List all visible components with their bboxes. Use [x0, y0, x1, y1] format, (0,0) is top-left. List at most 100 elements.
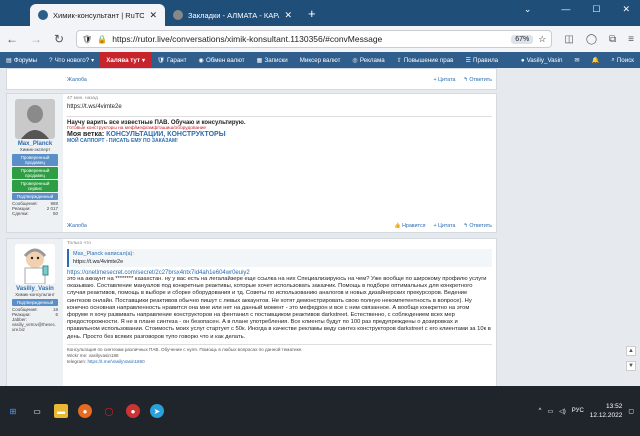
menu-mixer[interactable]: Миксер валют — [294, 52, 347, 68]
opera-icon[interactable]: ◯ — [102, 404, 116, 418]
menu-ads[interactable]: ◎ Реклама — [346, 52, 390, 68]
conversation-content: Жалоба + Цитата ↰ Ответить Max_Planck Хи… — [0, 68, 640, 386]
volume-icon[interactable]: ◁) — [559, 408, 566, 415]
avatar[interactable] — [15, 99, 55, 139]
post-time[interactable]: Только что — [67, 241, 492, 246]
quote-text: https://t.ws/4vimte2e — [73, 259, 124, 265]
alerts-icon[interactable]: 🔔 — [586, 52, 606, 68]
shield-icon[interactable]: 🛡 — [82, 35, 92, 44]
windows-start-icon[interactable]: ⊞ — [6, 404, 20, 418]
jabber-value: vasiliy_vetrov@theseс.ure.biz — [12, 322, 57, 332]
notifications-icon[interactable]: ▢ — [628, 408, 634, 415]
stat-value: 6 — [55, 312, 58, 317]
menu-label: Реклама — [359, 56, 385, 64]
inbox-icon[interactable]: ✉ — [568, 52, 585, 68]
network-icon[interactable]: ▭ — [547, 408, 553, 415]
quote-button[interactable]: + Цитата — [433, 223, 455, 229]
language-indicator[interactable]: РУС — [572, 408, 584, 414]
pocket-icon[interactable]: ◫ — [564, 34, 573, 45]
close-tab-icon[interactable]: ✕ — [284, 10, 292, 21]
menu-label: Записки — [264, 56, 288, 64]
back-icon[interactable]: ← — [6, 32, 18, 46]
report-link[interactable]: Жалоба — [67, 77, 87, 83]
user-menu[interactable]: ● Vasiliy_Vasin — [515, 52, 569, 68]
like-button[interactable]: 👍 Нравится — [394, 223, 425, 229]
username-label: Vasiliy_Vasin — [526, 56, 563, 64]
url-text[interactable]: https://rutor.live/conversations/ximik-k… — [112, 34, 506, 44]
reply-button[interactable]: ↰ Ответить — [463, 223, 492, 229]
site-menu-bar: ▤ Форумы ? Что нового? ▾ Халява тут ▾ 🛡 … — [0, 52, 640, 68]
message-post: Vasiliy_Vasin Химик-консультант Подтверж… — [6, 238, 497, 386]
firefox-icon[interactable]: ● — [78, 404, 92, 418]
menu-icon[interactable]: ≡ — [628, 34, 634, 45]
menu-whats-new[interactable]: ? Что нового? ▾ — [43, 52, 100, 68]
menu-label: Халява тут — [106, 56, 140, 64]
menu-forums[interactable]: ▤ Форумы — [0, 52, 43, 68]
user-card: Max_Planck Химик-эксперт Проверенный про… — [7, 94, 63, 232]
user-banner: Проверенный продавец — [12, 154, 58, 166]
menu-upgrade[interactable]: ⇧ Повышение прав — [391, 52, 460, 68]
telegram-link[interactable]: https://t.me/VasilyVasin1860 — [87, 359, 144, 364]
message-body: 47 мин. назад https://t.ws/4vimte2e Науч… — [67, 96, 492, 230]
user-card: Vasiliy_Vasin Химик-консультант Подтверж… — [7, 239, 63, 386]
avatar[interactable] — [15, 244, 55, 284]
task-view-icon[interactable]: ▭ — [30, 404, 44, 418]
taskbar: ⊞ ▭ ▬ ● ◯ ● ➤ ^ ▭ ◁) РУС 13:52 12.12.202… — [0, 386, 640, 436]
menu-freebies[interactable]: Халява тут ▾ — [100, 52, 152, 68]
stat-label: Сделки: — [12, 211, 29, 216]
post-time[interactable]: 47 мин. назад — [67, 96, 492, 101]
close-tab-icon[interactable]: ✕ — [149, 10, 157, 21]
clock[interactable]: 13:52 12.12.2022 — [590, 402, 623, 420]
signature-link[interactable]: КОНСУЛЬТАЦИИ, КОНСТРУКТОРЫ — [106, 131, 225, 138]
menu-label: Повышение прав — [403, 56, 454, 64]
zoom-level[interactable]: 67% — [511, 34, 534, 44]
scroll-up-button[interactable]: ▲ — [626, 346, 636, 356]
bookmark-star-icon[interactable]: ☆ — [538, 34, 546, 45]
menu-guarantor[interactable]: 🛡 Гарант — [151, 52, 192, 68]
menu-label: Форумы — [13, 56, 38, 64]
menu-exchange[interactable]: ◉ Обмен валют — [193, 52, 251, 68]
user-banner: Подтвержденный — [12, 299, 58, 306]
extensions-icon[interactable]: ⧉ — [609, 34, 616, 45]
previous-post-footer: Жалоба + Цитата ↰ Ответить — [6, 68, 497, 90]
file-explorer-icon[interactable]: ▬ — [54, 404, 68, 418]
stat-value: 50 — [52, 211, 58, 216]
maximize-icon[interactable]: ☐ — [592, 4, 600, 15]
quote-author[interactable]: Max_Planck написал(а): — [73, 251, 488, 257]
firefox-dev-icon[interactable]: ● — [126, 404, 140, 418]
minimize-icon[interactable]: — — [561, 4, 570, 15]
like-label: Нравится — [402, 223, 426, 229]
tab-active[interactable]: Химик-консультант | RuTOR - Ц ✕ — [30, 4, 165, 26]
scroll-down-button[interactable]: ▼ — [626, 361, 636, 371]
message-post: Max_Planck Химик-эксперт Проверенный про… — [6, 93, 497, 233]
navigation-bar: ← → ↻ 🛡 🔒 https://rutor.live/conversatio… — [0, 26, 640, 52]
site-favicon — [38, 10, 48, 20]
user-stat: Сделки: 50 — [10, 211, 60, 216]
profile-icon[interactable]: ◯ — [586, 34, 597, 45]
quote-button[interactable]: + Цитата — [433, 77, 455, 83]
reload-icon[interactable]: ↻ — [54, 32, 64, 46]
close-window-icon[interactable]: ✕ — [622, 4, 630, 15]
tray-overflow-icon[interactable]: ^ — [539, 408, 542, 414]
tab-inactive[interactable]: Закладки - АЛМАТА - КАРАГАН ✕ — [165, 4, 300, 26]
telegram-icon[interactable]: ➤ — [150, 404, 164, 418]
avatar-cartoon-scientist — [23, 248, 49, 284]
post-footer: Жалоба 👍 Нравится + Цитата ↰ Ответить — [67, 223, 492, 229]
user-title: Химик-консультант — [15, 292, 55, 297]
new-tab-button[interactable]: + — [308, 6, 316, 21]
signature-line[interactable]: МОЙ САППОРТ - ПИСАТЬ ЕМУ ПО ЗАКАЗАМ! — [67, 138, 492, 144]
address-bar[interactable]: 🛡 🔒 https://rutor.live/conversations/xim… — [76, 30, 553, 48]
report-link[interactable]: Жалоба — [67, 223, 87, 229]
reply-button[interactable]: ↰ Ответить — [463, 77, 492, 83]
menu-notes[interactable]: ▦ Записки — [251, 52, 294, 68]
forward-icon[interactable]: → — [30, 32, 42, 46]
message-link[interactable]: https://t.ws/4vimte2e — [67, 104, 492, 110]
menu-label: Гарант — [166, 56, 187, 64]
avatar-portrait — [15, 99, 55, 139]
search-button[interactable]: ⌕ Поиск — [605, 52, 640, 68]
lock-icon[interactable]: 🔒 — [97, 35, 107, 44]
menu-rules[interactable]: ☰ Правила — [459, 52, 504, 68]
menu-label: Миксер валют — [299, 56, 341, 64]
tab-list-icon[interactable]: ⌄ — [524, 4, 532, 15]
reply-label: Ответить — [469, 223, 492, 229]
